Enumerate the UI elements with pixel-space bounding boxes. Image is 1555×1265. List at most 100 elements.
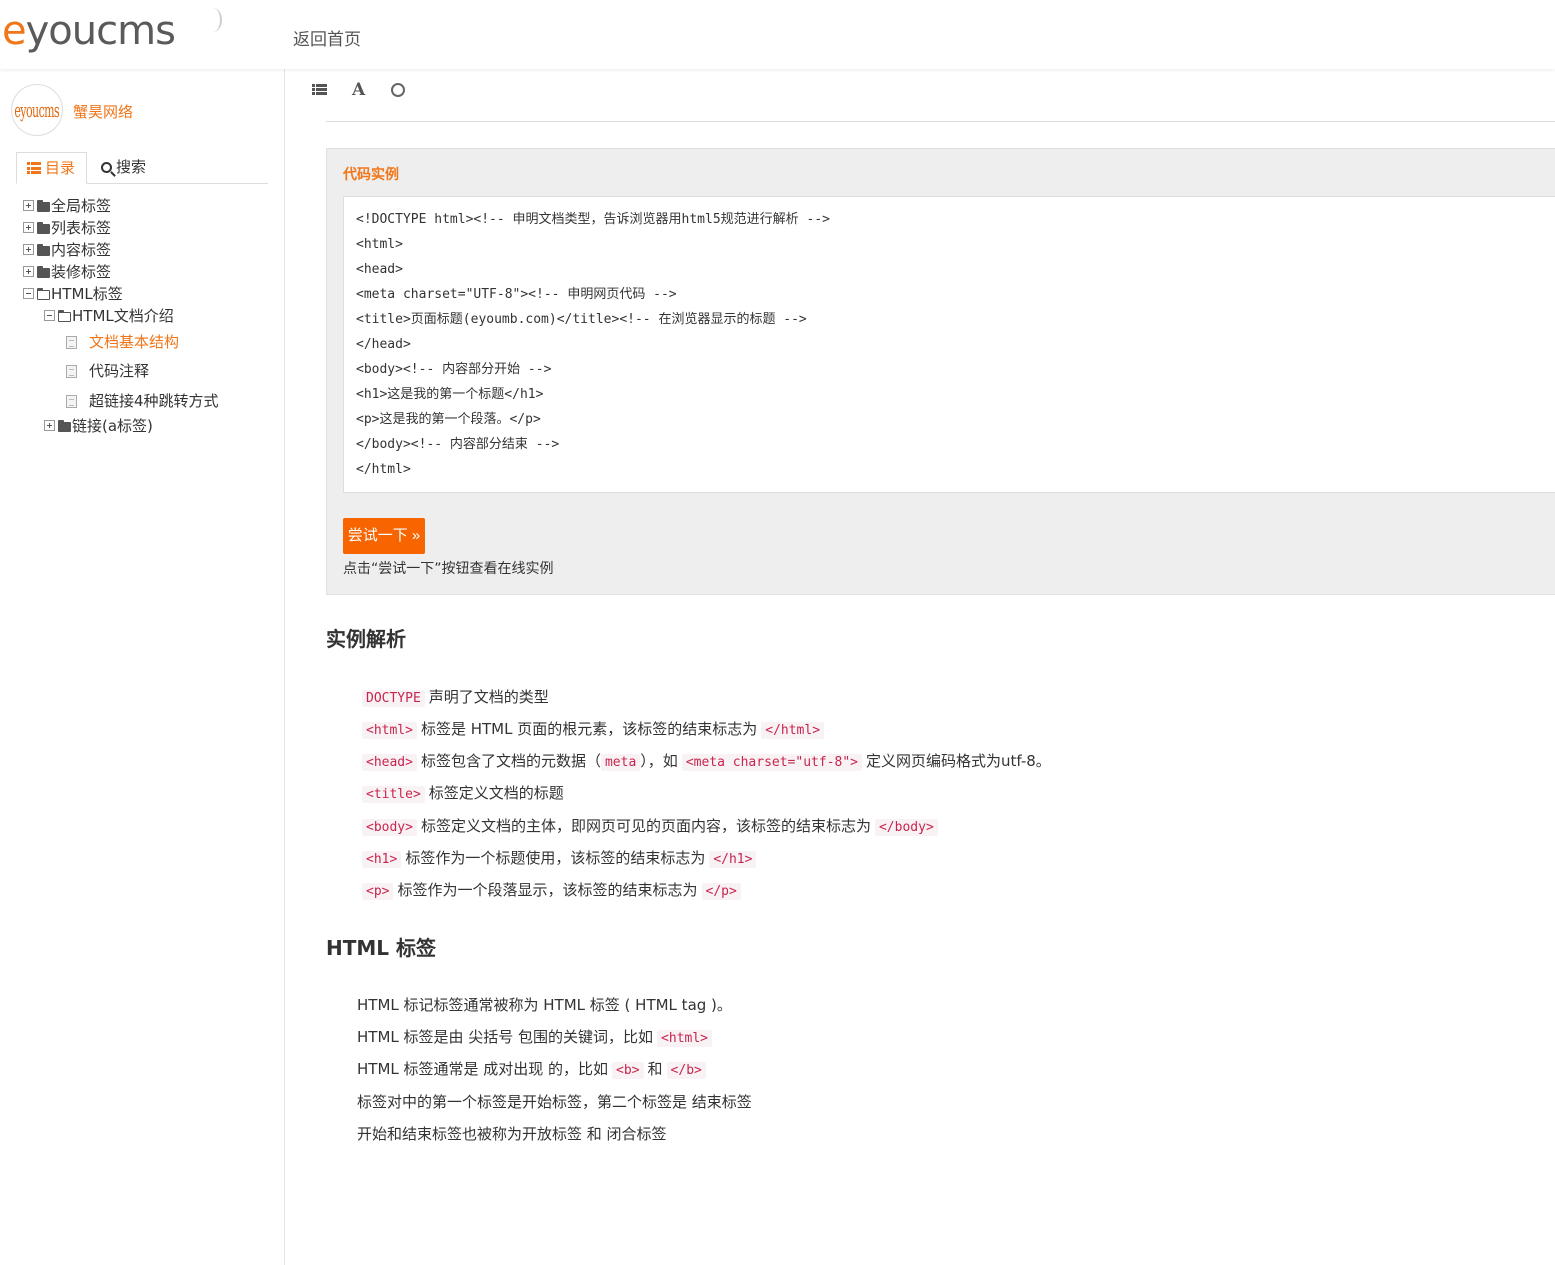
tree-item-label: 代码注释	[89, 362, 150, 380]
tree-item-doc-basic-structure[interactable]: 文档基本结构	[66, 332, 179, 352]
tree-item-content-tags[interactable]: 内容标签	[23, 240, 111, 260]
inline-code: </b>	[666, 1062, 706, 1079]
code-line: <p>这是我的第一个段落。</p>	[356, 412, 541, 427]
tree-item-code-comments[interactable]: 代码注释	[66, 361, 149, 381]
tree-item-label: 全局标签	[51, 197, 112, 215]
inline-code: </p>	[701, 883, 741, 900]
logo-letter-e: e	[2, 8, 27, 54]
tree-item-label: 链接(a标签)	[72, 417, 153, 435]
tags-line-3: HTML 标签通常是 成对出现 的，比如 <b> 和 </b>	[357, 1059, 706, 1081]
tree-item-label: HTML文档介绍	[72, 307, 174, 325]
example-title: 代码实例	[343, 167, 399, 183]
eyoucms-logo[interactable]: eyoucms	[2, 6, 222, 56]
analysis-item-body: <body> 标签定义文档的主体，即网页可见的页面内容，该标签的结束标志为 </bo…	[362, 816, 938, 838]
analysis-item-h1: <h1> 标签作为一个标题使用，该标签的结束标志为 </h1>	[362, 848, 757, 870]
home-link[interactable]: 返回首页	[293, 25, 361, 50]
try-it-tip: 点击“尝试一下”按钮查看在线实例	[343, 561, 554, 577]
code-line: </body><!-- 内容部分结束 -->	[356, 437, 560, 452]
code-block: <!DOCTYPE html><!-- 申明文档类型，告诉浏览器用html5规范…	[343, 196, 1555, 493]
code-line: <!DOCTYPE html><!-- 申明文档类型，告诉浏览器用html5规范…	[356, 212, 830, 227]
code-line: </html>	[356, 462, 411, 477]
inline-code: meta	[600, 754, 641, 771]
site-name[interactable]: 蟹昊网络	[73, 101, 133, 122]
top-navbar: eyoucms 返回首页	[0, 0, 1555, 69]
search-icon	[101, 162, 112, 173]
code-line: <body><!-- 内容部分开始 -->	[356, 362, 552, 377]
collapse-icon[interactable]	[23, 288, 34, 299]
folder-icon	[58, 420, 71, 432]
inline-code: <html>	[657, 1030, 713, 1047]
tree-item-html-doc-intro[interactable]: HTML文档介绍	[44, 306, 174, 326]
expand-icon[interactable]	[23, 200, 34, 211]
inline-code: </html>	[761, 722, 825, 739]
inline-code: DOCTYPE	[362, 690, 425, 707]
tree-item-a-tag[interactable]: 链接(a标签)	[44, 416, 153, 436]
inline-code: <head>	[362, 754, 417, 771]
font-size-icon[interactable]: A	[352, 80, 372, 100]
document-icon	[66, 336, 77, 349]
analysis-text: 标签作为一个标题使用，该标签的结束标志为	[405, 849, 706, 867]
tree-item-decor-tags[interactable]: 装修标签	[23, 262, 111, 282]
folder-icon	[37, 244, 50, 256]
analysis-text: 标签作为一个段落显示，该标签的结束标志为	[397, 881, 698, 899]
toc-toggle-icon[interactable]	[312, 84, 332, 104]
tree-item-label: 文档基本结构	[89, 333, 180, 351]
tree-item-label: 内容标签	[51, 241, 112, 259]
try-it-button[interactable]: 尝试一下 »	[343, 518, 425, 554]
tags-line-2: HTML 标签是由 尖括号 包围的关键词，比如 <html>	[357, 1027, 713, 1049]
avatar-logo-text: eyoucms	[14, 98, 60, 122]
analysis-text: 标签定义文档的主体，即网页可见的页面内容，该标签的结束标志为	[420, 817, 871, 835]
logo-wordmark: youcms	[25, 8, 176, 54]
code-line: </head>	[356, 337, 411, 352]
expand-icon[interactable]	[44, 420, 55, 431]
document-icon	[66, 365, 77, 378]
inline-code: </body>	[874, 819, 938, 836]
tree-item-label: 超链接4种跳转方式	[89, 392, 219, 410]
tags-text: 和	[647, 1060, 663, 1078]
tags-line-1: HTML 标记标签通常被称为 HTML 标签 ( HTML tag )。	[357, 996, 732, 1014]
tags-text: HTML 标签通常是 成对出现 的，比如	[357, 1060, 609, 1078]
tree-item-html-tags[interactable]: HTML标签	[23, 284, 123, 304]
html-tags-heading: HTML 标签	[326, 936, 436, 960]
inline-code: <h1>	[362, 851, 402, 868]
expand-icon[interactable]	[23, 244, 34, 255]
tags-text: HTML 标签是由 尖括号 包围的关键词，比如	[357, 1028, 654, 1046]
list-icon	[27, 162, 41, 174]
folder-icon	[37, 200, 50, 212]
code-example-panel: 代码实例 <!DOCTYPE html><!-- 申明文档类型，告诉浏览器用ht…	[326, 148, 1555, 595]
analysis-item-p: <p> 标签作为一个段落显示，该标签的结束标志为 </p>	[362, 880, 741, 902]
tags-line-5: 开始和结束标签也被称为开放标签 和 闭合标签	[357, 1125, 667, 1143]
tree-item-label: 装修标签	[51, 263, 112, 281]
analysis-text: 定义网页编码格式为utf-8。	[866, 752, 1051, 770]
inline-code: <html>	[362, 722, 417, 739]
tree-item-hyperlink-jumps[interactable]: 超链接4种跳转方式	[66, 391, 219, 411]
tree-item-global-tags[interactable]: 全局标签	[23, 196, 111, 216]
tags-line-4: 标签对中的第一个标签是开始标签，第二个标签是 结束标签	[357, 1093, 752, 1111]
analysis-item-html: <html> 标签是 HTML 页面的根元素，该标签的结束标志为 </html>	[362, 719, 825, 741]
code-line: <h1>这是我的第一个标题</h1>	[356, 387, 544, 402]
analysis-text: 标签定义文档的标题	[428, 784, 564, 802]
tab-toc[interactable]: 目录	[16, 152, 87, 184]
analysis-item-doctype: DOCTYPE 声明了文档的类型	[362, 687, 549, 709]
expand-icon[interactable]	[23, 266, 34, 277]
collapse-icon[interactable]	[44, 310, 55, 321]
theme-toggle-icon[interactable]	[391, 83, 405, 97]
inline-code: <body>	[362, 819, 417, 836]
logo-swoosh-icon	[204, 8, 222, 32]
inline-code: <b>	[612, 1062, 644, 1079]
analysis-text: ），如	[640, 752, 678, 770]
analysis-text: 标签包含了文档的元数据（	[420, 752, 601, 770]
inline-code: <p>	[362, 883, 394, 900]
tree-item-list-tags[interactable]: 列表标签	[23, 218, 111, 238]
inline-code: <meta charset="utf-8">	[681, 754, 862, 771]
code-line: <meta charset="UTF-8"><!-- 申明网页代码 -->	[356, 287, 677, 302]
code-line: <html>	[356, 237, 403, 252]
inline-code: <title>	[362, 786, 425, 803]
analysis-text: 声明了文档的类型	[428, 688, 549, 706]
avatar: eyoucms	[11, 84, 63, 136]
tab-toc-label: 目录	[45, 159, 76, 177]
tab-search[interactable]: 搜索	[91, 152, 156, 184]
expand-icon[interactable]	[23, 222, 34, 233]
sidebar-tabs: 目录 搜索	[16, 152, 268, 184]
code-line: <head>	[356, 262, 403, 277]
